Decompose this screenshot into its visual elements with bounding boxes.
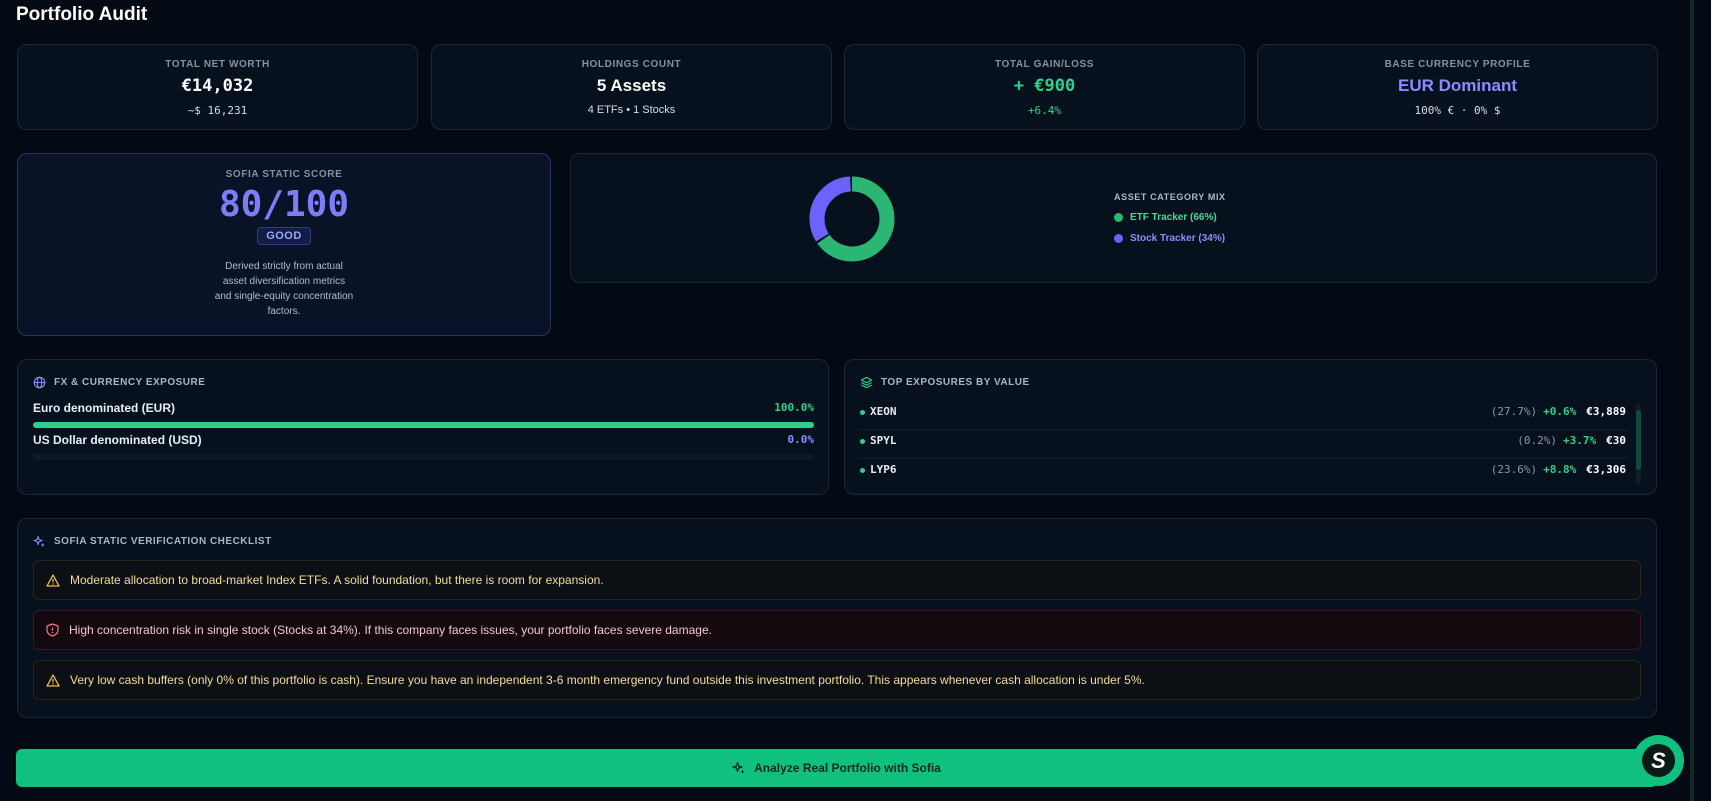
exposures-scrollbar-thumb[interactable] bbox=[1636, 410, 1641, 470]
fx-percent-usd: 0.0% bbox=[787, 433, 815, 446]
exposure-share: (0.2%) bbox=[1517, 434, 1557, 447]
static-score-value: 80/100 bbox=[218, 184, 350, 225]
exposure-row-lyp6[interactable]: LYP6 (23.6%) +8.8% €3,306 bbox=[860, 458, 1626, 487]
fx-row-eur: Euro denominated (EUR) 100.0% bbox=[33, 401, 814, 428]
gain-loss-value: + €900 bbox=[1013, 76, 1076, 96]
asset-mix-card: ASSET CATEGORY MIX ETF Tracker (66%) Sto… bbox=[570, 153, 1657, 283]
exposure-row-xeon[interactable]: XEON (27.7%) +0.6% €3,889 bbox=[860, 400, 1626, 430]
warning-icon bbox=[46, 573, 60, 587]
page-scrollbar[interactable] bbox=[1690, 0, 1694, 801]
exposure-change: +0.6% bbox=[1543, 405, 1577, 418]
exposure-share: (23.6%) bbox=[1490, 463, 1538, 476]
score-rating-badge: GOOD bbox=[257, 227, 311, 245]
net-worth-label: TOTAL NET WORTH bbox=[165, 59, 270, 70]
checklist-text: High concentration risk in single stock … bbox=[69, 623, 712, 637]
exposure-change: +3.7% bbox=[1563, 434, 1597, 447]
checklist-text: Moderate allocation to broad-market Inde… bbox=[70, 573, 604, 587]
sparkles-icon bbox=[732, 761, 745, 774]
fx-bar-fill-eur bbox=[33, 422, 814, 428]
checklist-item-concentration-risk: High concentration risk in single stock … bbox=[33, 610, 1641, 650]
holdings-breakdown: 4 ETFs • 1 Stocks bbox=[587, 104, 676, 116]
asset-mix-label: ASSET CATEGORY MIX bbox=[1114, 192, 1226, 202]
exposure-dot bbox=[860, 410, 865, 415]
legend-label-stock: Stock Tracker (34%) bbox=[1130, 233, 1226, 244]
legend-label-etf: ETF Tracker (66%) bbox=[1130, 212, 1217, 223]
score-description: Derived strictly from actual asset diver… bbox=[214, 261, 354, 317]
legend-item-etf: ETF Tracker (66%) bbox=[1114, 212, 1226, 223]
exposure-amount: €30 bbox=[1606, 434, 1626, 447]
top-exposures-heading: TOP EXPOSURES BY VALUE bbox=[860, 376, 1030, 389]
fx-bar-eur bbox=[33, 422, 814, 428]
warning-icon bbox=[46, 673, 60, 687]
holdings-count-card: HOLDINGS COUNT 5 Assets 4 ETFs • 1 Stock… bbox=[431, 44, 832, 130]
base-currency-split: 100% € · 0% $ bbox=[1414, 104, 1501, 117]
shield-alert-icon bbox=[46, 623, 59, 637]
base-currency-label: BASE CURRENCY PROFILE bbox=[1384, 59, 1531, 70]
checklist-item-cash-buffer: Very low cash buffers (only 0% of this p… bbox=[33, 660, 1641, 700]
exposure-values: (23.6%) +8.8% €3,306 bbox=[1491, 463, 1626, 476]
fx-row-usd: US Dollar denominated (USD) 0.0% bbox=[33, 433, 815, 460]
exposure-share: (27.7%) bbox=[1490, 405, 1538, 418]
net-worth-usd: ~$ 16,231 bbox=[187, 104, 248, 117]
top-exposures-card: TOP EXPOSURES BY VALUE XEON (27.7%) +0.6%… bbox=[844, 359, 1657, 495]
static-score-card: SOFIA STATIC SCORE 80/100 GOOD Derived s… bbox=[17, 153, 551, 336]
page-title: Portfolio Audit bbox=[16, 4, 148, 25]
asset-mix-donut bbox=[809, 176, 895, 262]
exposures-scrollbar[interactable] bbox=[1636, 404, 1641, 484]
fx-bar-usd bbox=[33, 454, 814, 460]
exposure-ticker: XEON bbox=[870, 405, 897, 418]
top-exposures-title: TOP EXPOSURES BY VALUE bbox=[881, 377, 1030, 388]
checklist-heading: SOFIA STATIC VERIFICATION CHECKLIST bbox=[33, 535, 272, 548]
sofia-logo-icon: S bbox=[1642, 744, 1675, 777]
gain-loss-percent: +6.4% bbox=[1027, 104, 1062, 117]
gain-loss-card: TOTAL GAIN/LOSS + €900 +6.4% bbox=[844, 44, 1245, 130]
fx-exposure-card: FX & CURRENCY EXPOSURE Euro denominated … bbox=[17, 359, 829, 495]
exposure-ticker: LYP6 bbox=[870, 463, 897, 476]
fx-label-eur: Euro denominated (EUR) bbox=[33, 401, 176, 415]
gain-loss-label: TOTAL GAIN/LOSS bbox=[994, 59, 1094, 70]
base-currency-value: EUR Dominant bbox=[1398, 76, 1517, 95]
holdings-count-label: HOLDINGS COUNT bbox=[581, 59, 682, 70]
asset-mix-legend: ASSET CATEGORY MIX ETF Tracker (66%) Sto… bbox=[1114, 192, 1226, 254]
legend-swatch-etf bbox=[1114, 213, 1123, 222]
exposure-values: (27.7%) +0.6% €3,889 bbox=[1491, 405, 1626, 418]
sparkles-icon bbox=[33, 535, 45, 548]
exposure-amount: €3,889 bbox=[1586, 405, 1626, 418]
net-worth-value: €14,032 bbox=[181, 76, 254, 96]
exposure-values: (0.2%) +3.7% €30 bbox=[1517, 434, 1626, 447]
exposure-row-spyl[interactable]: SPYL (0.2%) +3.7% €30 bbox=[860, 429, 1626, 459]
holdings-count-value: 5 Assets bbox=[596, 76, 667, 95]
checklist-title: SOFIA STATIC VERIFICATION CHECKLIST bbox=[54, 536, 272, 547]
layers-icon bbox=[860, 376, 873, 389]
static-score-label: SOFIA STATIC SCORE bbox=[225, 169, 343, 180]
analyze-portfolio-label: Analyze Real Portfolio with Sofia bbox=[754, 761, 941, 775]
verification-checklist-card: SOFIA STATIC VERIFICATION CHECKLIST Mode… bbox=[17, 518, 1657, 718]
exposure-ticker: SPYL bbox=[870, 434, 897, 447]
checklist-text: Very low cash buffers (only 0% of this p… bbox=[70, 673, 1145, 687]
fx-label-usd: US Dollar denominated (USD) bbox=[33, 433, 202, 447]
fx-exposure-heading: FX & CURRENCY EXPOSURE bbox=[33, 376, 205, 389]
sofia-assistant-button[interactable]: S bbox=[1633, 735, 1684, 786]
fx-exposure-title: FX & CURRENCY EXPOSURE bbox=[54, 377, 206, 388]
net-worth-card: TOTAL NET WORTH €14,032 ~$ 16,231 bbox=[17, 44, 418, 130]
exposure-dot bbox=[860, 468, 865, 473]
exposure-change: +8.8% bbox=[1543, 463, 1577, 476]
legend-item-stock: Stock Tracker (34%) bbox=[1114, 233, 1226, 244]
exposure-dot bbox=[860, 439, 865, 444]
exposure-amount: €3,306 bbox=[1586, 463, 1626, 476]
base-currency-card: BASE CURRENCY PROFILE EUR Dominant 100% … bbox=[1257, 44, 1658, 130]
analyze-portfolio-button[interactable]: Analyze Real Portfolio with Sofia bbox=[16, 749, 1657, 787]
legend-swatch-stock bbox=[1114, 234, 1123, 243]
fx-percent-eur: 100.0% bbox=[774, 401, 814, 414]
checklist-item-etf-allocation: Moderate allocation to broad-market Inde… bbox=[33, 560, 1641, 600]
globe-icon bbox=[33, 376, 46, 389]
